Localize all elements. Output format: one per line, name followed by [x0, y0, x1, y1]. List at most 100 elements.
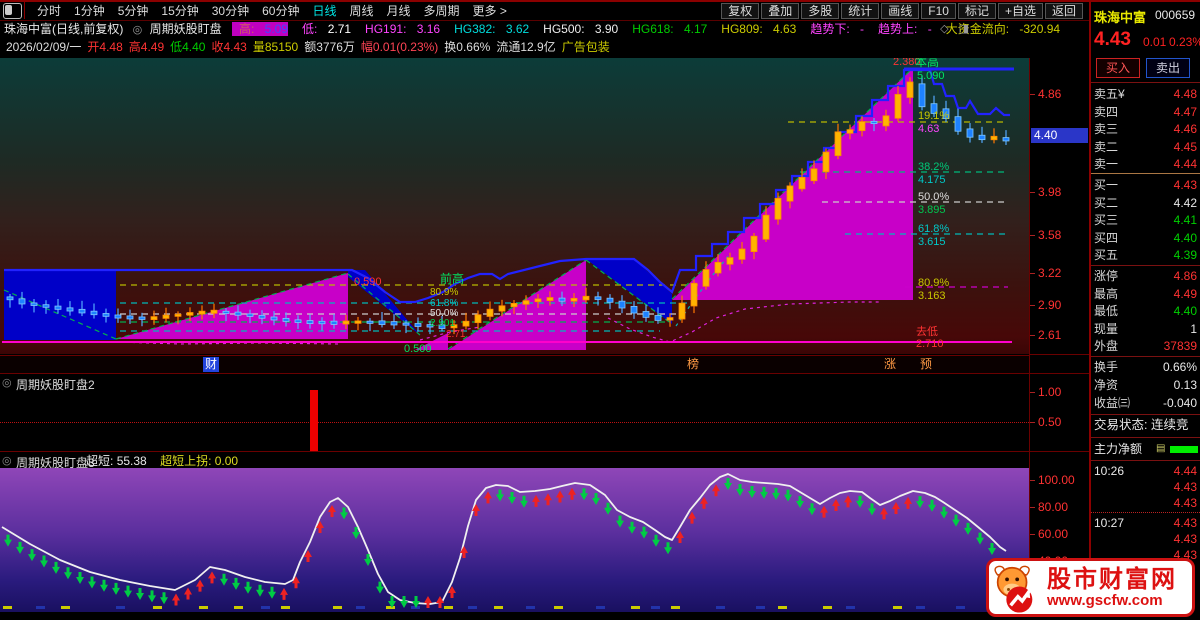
menu-item-5分钟[interactable]: 5分钟 — [118, 3, 149, 20]
menu-button-画线[interactable]: 画线 — [881, 3, 920, 19]
info-item: 量85150 — [252, 40, 299, 54]
menu-item-周线[interactable]: 周线 — [349, 3, 373, 20]
signal-marker-涨[interactable]: 涨 — [884, 357, 896, 372]
stat-label: 趋势上: — [878, 22, 921, 36]
axis-tick — [1030, 235, 1035, 236]
svg-text:去低: 去低 — [916, 325, 938, 338]
row-label: 10:26 — [1094, 464, 1125, 478]
main-chart[interactable]: 2.380本高5.09019.1%4.6338.2%4.17550.0%3.89… — [0, 58, 1029, 354]
menu-button-F10[interactable]: F10 — [921, 3, 956, 19]
axis-tick — [1030, 335, 1035, 336]
tick-row[interactable]: 4.43 — [1091, 479, 1200, 495]
chevron-down-icon[interactable]: ◎ — [133, 24, 143, 36]
tick-row[interactable]: 4.43 — [1091, 495, 1200, 511]
row-label: 外盘 — [1094, 339, 1119, 353]
row-value: 1 — [1190, 321, 1197, 336]
signal-marker-预[interactable]: 预 — [920, 357, 932, 372]
axis-tick — [1030, 392, 1035, 393]
app-window-icon[interactable] — [3, 3, 22, 19]
row-value: 4.44 — [1173, 157, 1197, 171]
info-bar: 2026/02/09/一 开4.48 高4.49 低4.40 收4.43 量85150 额3… — [0, 38, 1089, 56]
menu-item-日线[interactable]: 日线 — [312, 3, 336, 20]
row-value: 0.66% — [1162, 360, 1197, 374]
menu-button-统计[interactable]: 统计 — [841, 3, 880, 19]
menu-button-返回[interactable]: 返回 — [1044, 3, 1083, 19]
menu-item-15分钟[interactable]: 15分钟 — [161, 3, 198, 20]
svg-text:5.090: 5.090 — [917, 70, 945, 82]
divider — [1091, 82, 1200, 83]
stat-row[interactable]: 换手 0.66% — [1091, 359, 1200, 375]
menu-button-+自选[interactable]: +自选 — [997, 3, 1043, 19]
stat-value: 5.09 — [264, 22, 289, 36]
menu-button-多股[interactable]: 多股 — [801, 3, 840, 19]
corner-icon[interactable]: ◨ — [959, 23, 969, 35]
menu-button-复权[interactable]: 复权 — [721, 3, 760, 19]
row-value: 4.43 — [1173, 496, 1197, 510]
tick-row[interactable]: 10:27 4.43 — [1091, 515, 1200, 531]
trading-app: 分时 1分钟 5分钟 15分钟 30分钟 60分钟 日线 周线 月线 多周期 更多 > 复权 叠加 多股… — [0, 0, 1200, 620]
corner-icon[interactable]: ◇ — [940, 23, 948, 35]
collapse-icon[interactable]: ◎ — [2, 376, 12, 389]
svg-text:2.901: 2.901 — [430, 318, 455, 329]
row-label: 买二 — [1094, 195, 1119, 210]
row-label: 换手 — [1094, 360, 1119, 374]
row-label: 涨停 — [1094, 269, 1119, 283]
collapse-icon[interactable]: ◎ — [2, 454, 12, 467]
stat-row[interactable]: 收益㈢ -0.040 — [1091, 395, 1200, 411]
menu-item-更多 >[interactable]: 更多 > — [473, 3, 507, 20]
menu-item-月线[interactable]: 月线 — [387, 3, 411, 20]
ask-row[interactable]: 卖三 4.46 — [1091, 121, 1200, 137]
menu-button-标记[interactable]: 标记 — [957, 3, 996, 19]
menu-button-叠加[interactable]: 叠加 — [761, 3, 800, 19]
title-stat: HG191: 3.16 — [358, 22, 440, 36]
title-stat: HG500: 3.90 — [536, 22, 618, 36]
logo-url[interactable]: www.gscfw.com — [1047, 592, 1177, 609]
menu-item-1分钟[interactable]: 1分钟 — [74, 3, 105, 20]
tick-row[interactable]: 10:26 4.44 — [1091, 463, 1200, 479]
menu-item-60分钟[interactable]: 60分钟 — [262, 3, 299, 20]
ask-row[interactable]: 卖五¥ 4.48 — [1091, 86, 1200, 102]
info-item: 高4.49 — [128, 40, 165, 54]
indicator-panel-2[interactable]: ◎ 周期妖股盯盘2 — [0, 374, 1029, 452]
bid-row[interactable]: 买四 4.40 — [1091, 230, 1200, 246]
trade-status-row: 交易状态: 连续竞 — [1091, 417, 1200, 433]
buy-button[interactable]: 买入 — [1096, 58, 1140, 78]
indicator-panel-3[interactable]: ◎ 周期妖股盯盘3 超短: 55.38 超短上拐: 0.00 — [0, 452, 1029, 612]
menu-item-30分钟[interactable]: 30分钟 — [212, 3, 249, 20]
bid-row[interactable]: 买一 4.43 — [1091, 177, 1200, 193]
stock-name[interactable]: 珠海中富 — [1094, 7, 1146, 26]
chart-title-bar: 珠海中富(日线,前复权) ◎ 周期妖股盯盘 高: 5.09 低: 2.71 HG19… — [0, 20, 1089, 38]
sell-button[interactable]: 卖出 — [1146, 58, 1190, 78]
menu-item-多周期[interactable]: 多周期 — [424, 3, 460, 20]
stat-value: 3.90 — [594, 22, 619, 36]
title-corner-icons[interactable]: ◇ ◨ — [930, 20, 969, 38]
title-stat: 趋势下: - — [803, 22, 864, 36]
bid-row[interactable]: 买三 4.41 — [1091, 212, 1200, 228]
stat-row[interactable]: 最低 4.40 — [1091, 303, 1200, 319]
stat-row[interactable]: 净资 0.13 — [1091, 377, 1200, 393]
info-item: 流通12.9亿 — [496, 40, 556, 54]
list-icon[interactable]: ▤ — [1156, 441, 1165, 457]
indicator-name: 周期妖股盯盘 — [149, 22, 222, 36]
info-item: 额3776万 — [304, 40, 355, 54]
bid-row[interactable]: 买五 4.39 — [1091, 247, 1200, 263]
stat-row[interactable]: 外盘 37839 — [1091, 338, 1200, 354]
stat-row[interactable]: 现量 1 — [1091, 321, 1200, 337]
ask-row[interactable]: 卖四 4.47 — [1091, 104, 1200, 120]
ask-row[interactable]: 卖二 4.45 — [1091, 139, 1200, 155]
menu-left: 分时 1分钟 5分钟 15分钟 30分钟 60分钟 日线 周线 月线 多周期 更多 > — [24, 2, 507, 20]
bid-row[interactable]: 买二 4.42 — [1091, 195, 1200, 211]
ask-row[interactable]: 卖一 4.44 — [1091, 156, 1200, 172]
stat-row[interactable]: 最高 4.49 — [1091, 286, 1200, 302]
stat-row[interactable]: 涨停 4.86 — [1091, 268, 1200, 284]
signal-marker-榜[interactable]: 榜 — [687, 357, 699, 372]
tick-row[interactable]: 4.43 — [1091, 531, 1200, 547]
row-label: 卖四 — [1094, 104, 1119, 119]
main-axis-label: 2.90 — [1038, 298, 1062, 312]
axis-separator — [1030, 373, 1090, 374]
stat-value: - — [860, 22, 865, 36]
oscillator-chart[interactable] — [0, 468, 1029, 612]
menu-item-分时[interactable]: 分时 — [37, 3, 61, 20]
signal-marker-财[interactable]: 财 — [203, 357, 220, 372]
svg-text:61.8%: 61.8% — [918, 223, 949, 235]
